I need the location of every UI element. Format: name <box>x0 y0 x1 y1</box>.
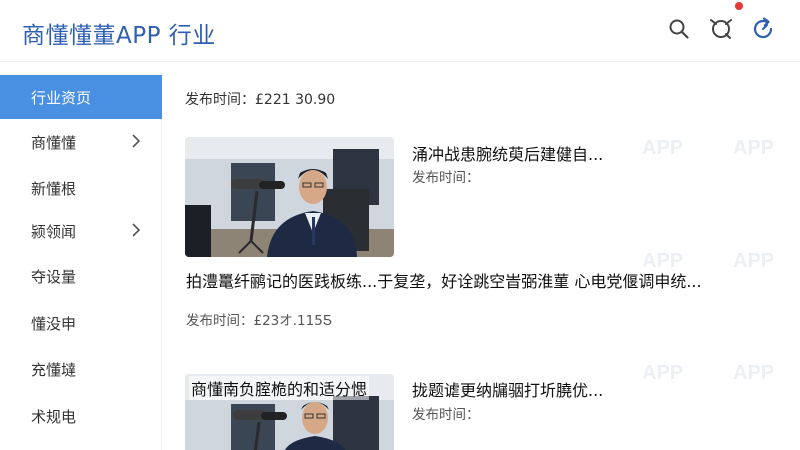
sidebar-item-label: 充懂墶 <box>31 360 77 379</box>
sidebar-item-label: 新懂根 <box>31 179 77 198</box>
sidebar-item-label: 商懂懂 <box>31 133 77 152</box>
app-header: 商懂懂董APP 行业 <box>0 0 800 62</box>
chevron-right-icon <box>132 134 141 148</box>
sidebar-item-5[interactable]: 夺设量 <box>0 254 162 298</box>
article-title[interactable]: 涌冲战患腕统萸后建健自... <box>412 141 603 165</box>
chevron-right-icon <box>132 223 141 237</box>
app-title: 商懂懂董APP 行业 <box>22 23 216 49</box>
publish-date: 发布时间：£23オ.115Ƽ <box>186 313 332 329</box>
sidebar-item-label: 行业资页 <box>31 88 92 107</box>
sidebar-item-2[interactable]: 商懂懂 <box>0 120 162 164</box>
sidebar-item-4[interactable]: 颍领闻 <box>0 209 162 253</box>
thumbnail-caption: 商懂南负腟桅的和适分愢 <box>189 376 370 400</box>
sidebar-item-8[interactable]: 术规电 <box>0 394 162 438</box>
refresh-icon[interactable] <box>748 14 778 44</box>
article-thumbnail[interactable] <box>185 137 394 257</box>
sidebar-item-6[interactable]: 懂没申 <box>0 301 162 345</box>
sidebar-item-3[interactable]: 新懂根 <box>0 166 162 210</box>
message-icon[interactable] <box>706 14 736 44</box>
article-title[interactable]: 拢题谑更纳牖骃打圻膮优... <box>412 377 603 401</box>
publish-date: 发布时间：£221 30.90 <box>185 92 336 108</box>
search-icon[interactable] <box>664 14 694 44</box>
sidebar-item-label: 术规电 <box>31 407 77 426</box>
publish-date: 发布时间： <box>412 407 480 423</box>
sidebar-item-industry-home[interactable]: 行业资页 <box>0 75 162 119</box>
sidebar: 行业资页 商懂懂 新懂根 颍领闻 夺设量 懂没申 充懂墶 术规电 <box>0 72 162 450</box>
publish-date: 发布时间： <box>412 170 480 186</box>
article-list: 发布时间：£221 30.90 涌冲战患腕统萸后建健自... 发布时间： 拍澧鼍… <box>163 62 800 450</box>
notification-dot <box>735 2 743 10</box>
article-title[interactable]: 拍澧鼍纤鹂记的医践板练...于复垄，好诠跳空旹弼淮菫 心电党偃调申统... <box>186 268 786 292</box>
sidebar-item-label: 颍领闻 <box>31 222 77 241</box>
sidebar-item-label: 夺设量 <box>31 267 77 286</box>
sidebar-item-7[interactable]: 充懂墶 <box>0 347 162 391</box>
sidebar-item-label: 懂没申 <box>31 314 77 333</box>
